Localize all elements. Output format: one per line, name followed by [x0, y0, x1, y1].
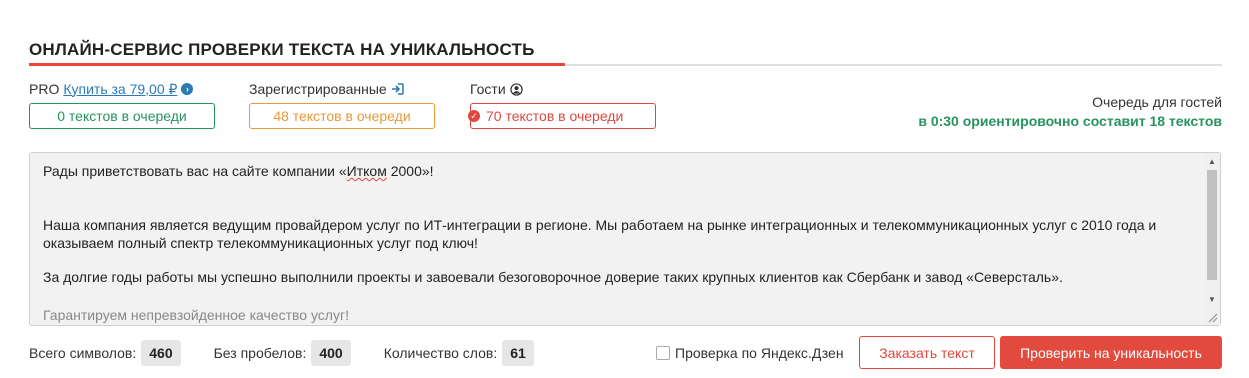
chars-label: Всего символов: [29, 345, 137, 361]
order-text-button[interactable]: Заказать текст [859, 336, 995, 369]
registered-queue-badge: 48 текстов в очереди [249, 103, 435, 129]
title-accent-underline [29, 63, 565, 66]
guest-queue-estimate: в 0:30 ориентировочно составит 18 тексто… [918, 113, 1222, 129]
buy-pro-link[interactable]: Купить за 79,00 ₽ [63, 81, 177, 98]
chars-count: 460 [141, 340, 181, 366]
guests-queue-text: 70 текстов в очереди [486, 108, 624, 124]
misspelled-word: Итком [346, 163, 387, 179]
nospace-count: 400 [311, 340, 351, 366]
dzen-checkbox[interactable] [656, 346, 670, 360]
scroll-down-arrow-icon[interactable]: ▼ [1204, 291, 1220, 307]
editor-scrollbar[interactable]: ▲ ▼ [1204, 153, 1220, 325]
tier-guests: Гости ✓ 70 текстов в очереди [468, 80, 656, 129]
guest-queue-info: Очередь для гостей в 0:30 ориентировочно… [918, 94, 1222, 129]
check-circle-icon: ✓ [468, 110, 480, 122]
dzen-option[interactable]: Проверка по Яндекс.Дзен [656, 345, 844, 361]
scrollbar-thumb[interactable] [1207, 170, 1217, 280]
chevron-right-circle-icon[interactable]: › [181, 83, 194, 95]
tier-pro-label: PRO [29, 81, 60, 97]
page-title: ОНЛАЙН-СЕРВИС ПРОВЕРКИ ТЕКСТА НА УНИКАЛЬ… [29, 40, 535, 59]
nospace-label: Без пробелов: [213, 345, 307, 361]
paragraph-1: Рады приветствовать вас на сайте компани… [43, 163, 434, 179]
tier-registered: Зарегистрированные 48 текстов в очереди [249, 80, 435, 129]
text-content[interactable]: Рады приветствовать вас на сайте компани… [43, 162, 1194, 324]
guest-queue-label: Очередь для гостей [1092, 94, 1222, 110]
guests-queue-badge: ✓ 70 текстов в очереди [468, 103, 656, 129]
tier-registered-label: Зарегистрированные [249, 81, 387, 97]
scroll-up-arrow-icon[interactable]: ▲ [1204, 153, 1220, 169]
text-stats: Всего символов: 460 Без пробелов: 400 Ко… [29, 340, 567, 366]
paragraph-2: Наша компания является ведущим провайдер… [43, 217, 1157, 251]
tier-guests-label: Гости [470, 81, 506, 97]
words-count: 61 [502, 340, 534, 366]
text-input-area[interactable]: Рады приветствовать вас на сайте компани… [29, 152, 1221, 326]
resize-handle-icon[interactable] [1208, 313, 1218, 323]
words-label: Количество слов: [383, 345, 498, 361]
paragraph-3: За долгие годы работы мы успешно выполни… [43, 269, 1063, 285]
pro-queue-badge: 0 текстов в очереди [29, 103, 215, 129]
tier-pro: PRO Купить за 79,00 ₽ › 0 текстов в очер… [29, 80, 215, 129]
sign-in-icon[interactable] [391, 83, 404, 95]
user-circle-icon [509, 82, 523, 96]
check-uniqueness-button[interactable]: Проверить на уникальность [1000, 336, 1222, 369]
dzen-label: Проверка по Яндекс.Дзен [675, 345, 844, 361]
paragraph-4: Гарантируем непревзойденное качество усл… [43, 307, 349, 323]
